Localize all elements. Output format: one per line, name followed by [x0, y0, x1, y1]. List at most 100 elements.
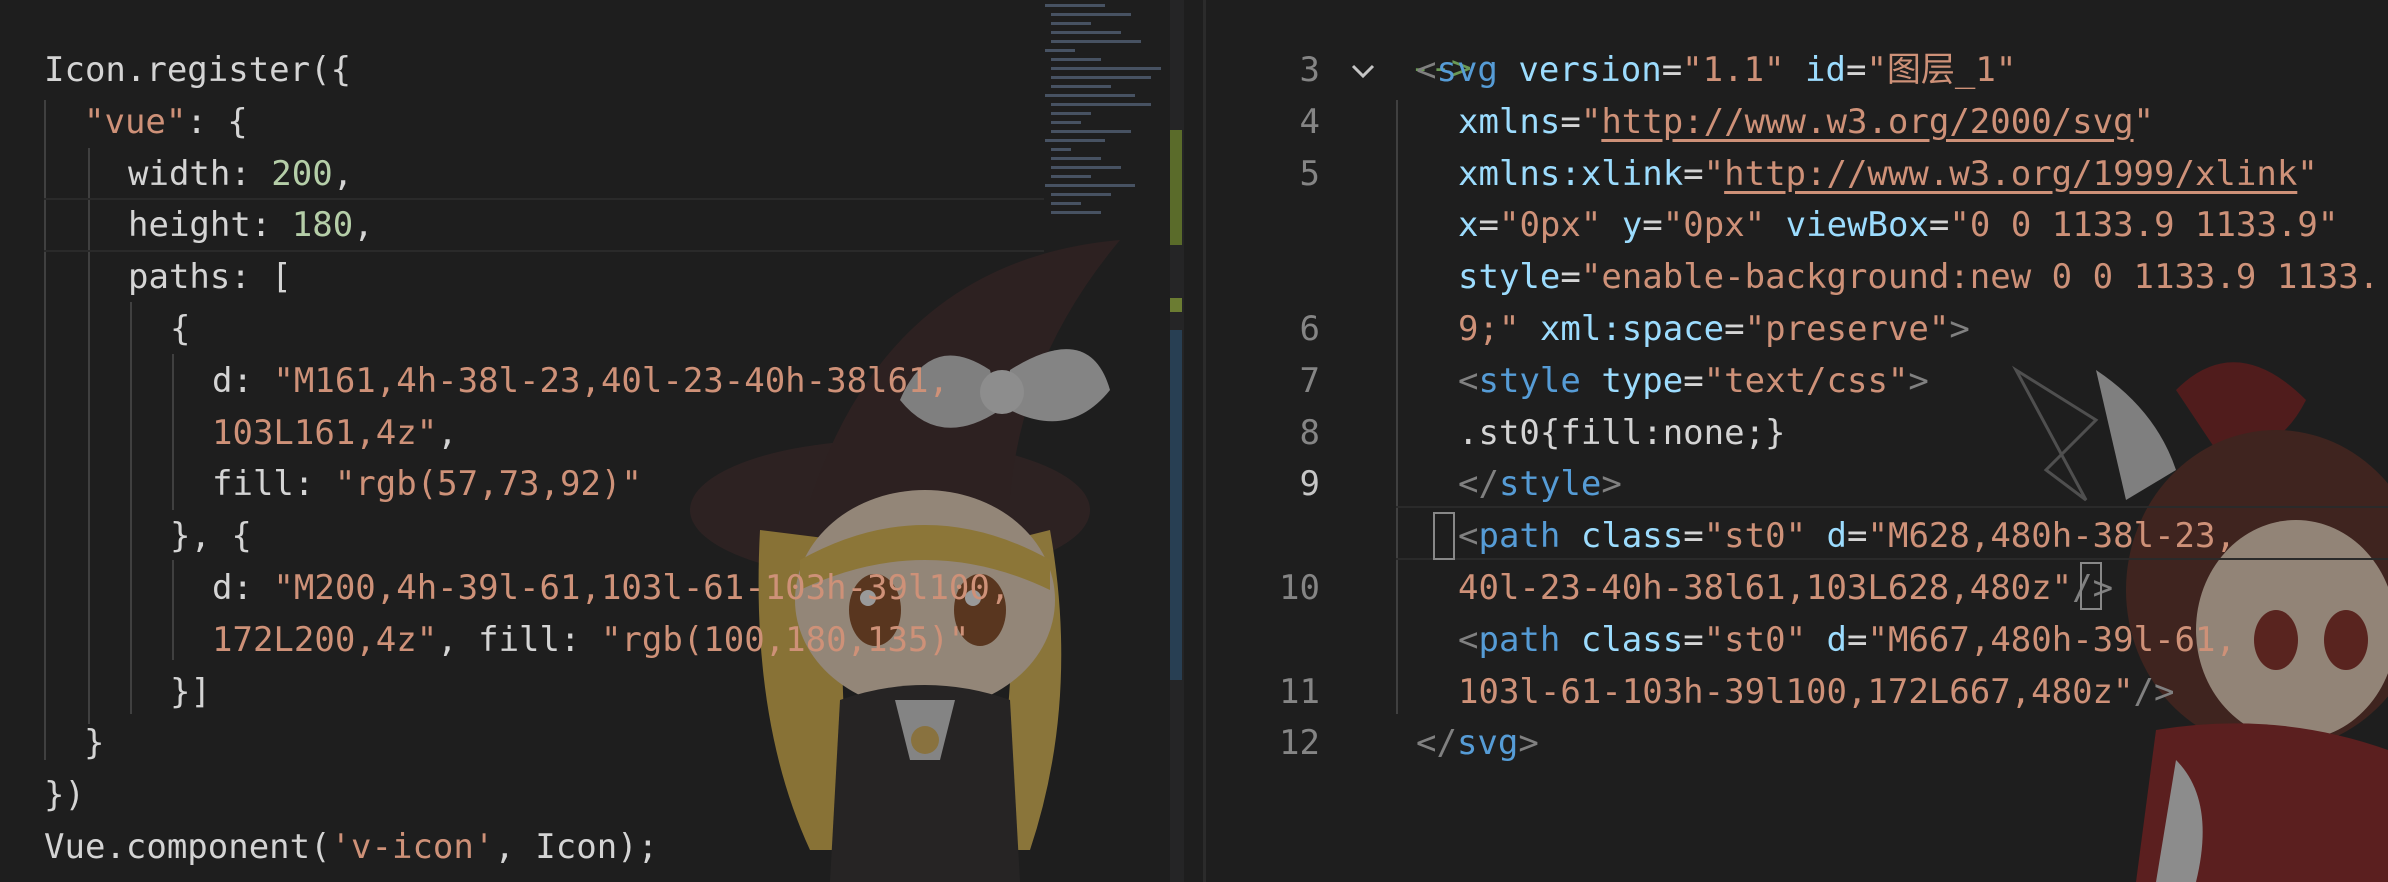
code-line[interactable]: xmlns="http://www.w3.org/2000/svg": [1206, 96, 2388, 148]
code-line[interactable]: width: 200,: [0, 148, 1203, 200]
code-token: y: [1621, 205, 1643, 246]
code-line-text: }: [84, 717, 104, 769]
code-token: type: [1601, 360, 1684, 401]
code-line[interactable]: "vue": {: [0, 96, 1203, 148]
minimap-line: [1051, 157, 1101, 160]
code-token: =: [1560, 257, 1581, 298]
line-number[interactable]: 9: [1206, 458, 1320, 510]
line-number[interactable]: 12: [1206, 717, 1320, 769]
code-line[interactable]: <style type="text/css">: [1206, 355, 2388, 407]
line-number[interactable]: 4: [1206, 96, 1320, 148]
minimap-line: [1051, 112, 1091, 115]
line-number[interactable]: 11: [1206, 666, 1320, 718]
code-token: width:: [128, 153, 272, 194]
code-line[interactable]: d: "M161,4h-38l-23,40l-23-40h-38l61,: [0, 355, 1203, 407]
minimap-line: [1051, 121, 1081, 124]
code-line[interactable]: 172L200,4z", fill: "rgb(100,180,135)": [0, 614, 1203, 666]
code-token: "0px": [1662, 205, 1766, 246]
code-line[interactable]: <svg version="1.1" id="图层_1": [1206, 44, 2388, 96]
minimap-line: [1051, 148, 1071, 151]
code-token: 103l-61-103h-39l100,172L667,480z": [1458, 671, 2134, 712]
code-line[interactable]: 103l-61-103h-39l100,172L667,480z"/>: [1206, 666, 2388, 718]
minimap-line: [1051, 22, 1091, 25]
scroll-mark-added: [1170, 298, 1182, 312]
code-line-text: {: [170, 303, 190, 355]
code-token: 200: [271, 153, 333, 194]
code-line[interactable]: .st0{fill:none;}: [1206, 407, 2388, 459]
code-line-text: xmlns="http://www.w3.org/2000/svg": [1458, 96, 2154, 148]
minimap-line: [1045, 49, 1075, 52]
minimap[interactable]: [1045, 0, 1165, 240]
code-line[interactable]: {: [0, 303, 1203, 355]
code-token: =: [1683, 360, 1704, 401]
code-line[interactable]: }: [0, 717, 1203, 769]
code-token: 9;": [1458, 309, 1520, 349]
minimap-line: [1045, 184, 1135, 187]
code-token: Icon.register({: [44, 50, 352, 90]
code-line[interactable]: style="enable-background:new 0 0 1133.9 …: [1206, 251, 2388, 303]
code-token: viewBox: [1785, 205, 1929, 246]
code-line-text: }, {: [170, 510, 252, 562]
code-line-text: style="enable-background:new 0 0 1133.9 …: [1458, 251, 2379, 303]
code-line[interactable]: height: 180,: [0, 199, 1203, 251]
line-number[interactable]: 5: [1206, 148, 1320, 200]
code-token: style: [1498, 464, 1602, 505]
code-token: <: [1458, 516, 1479, 557]
code-token: "0 0 1133.9 1133.9": [1949, 205, 2339, 246]
code-token: id: [1805, 50, 1846, 90]
code-token: .st0{fill:none;}: [1458, 412, 1786, 453]
left-editor-pane[interactable]: Icon.register({"vue": {width: 200, height…: [0, 0, 1203, 882]
minimap-line: [1051, 58, 1101, 61]
line-number[interactable]: 10: [1206, 562, 1320, 614]
code-line[interactable]: xmlns:xlink="http://www.w3.org/1999/xlin…: [1206, 148, 2388, 200]
line-number[interactable]: 7: [1206, 355, 1320, 407]
line-number[interactable]: 8: [1206, 407, 1320, 459]
code-line[interactable]: 103L161,4z",: [0, 407, 1203, 459]
code-token: =: [1928, 205, 1950, 246]
line-number[interactable]: 3: [1206, 44, 1320, 96]
code-line[interactable]: x="0px" y="0px" viewBox="0 0 1133.9 1133…: [1206, 199, 2388, 251]
code-line[interactable]: d: "M200,4h-39l-61,103l-61-103h-39l100,: [0, 562, 1203, 614]
code-line[interactable]: Icon.register({: [0, 44, 1203, 96]
minimap-line: [1051, 130, 1131, 133]
code-line[interactable]: fill: "rgb(57,73,92)": [0, 458, 1203, 510]
code-token: path: [1478, 516, 1561, 557]
code-line[interactable]: 40l-23-40h-38l61,103L628,480z"/>: [1206, 562, 2388, 614]
code-token: ": [2297, 153, 2318, 194]
code-line[interactable]: paths: [: [0, 251, 1203, 303]
code-line[interactable]: </style>: [1206, 458, 2388, 510]
right-editor-pane[interactable]: --> <svg version="1.1" id="图层_1" xmlns="h…: [1206, 0, 2388, 882]
line-number[interactable]: 6: [1206, 303, 1320, 355]
code-line-text: <path class="st0" d="M628,480h-38l-23,: [1458, 510, 2236, 562]
code-token: http://www.w3.org/2000/svg: [1601, 101, 2134, 142]
code-token: =: [1683, 153, 1704, 194]
code-line[interactable]: }, {: [0, 510, 1203, 562]
code-token: d: [1826, 619, 1848, 660]
code-line-text: <style type="text/css">: [1458, 355, 1929, 407]
code-token: : {: [186, 101, 248, 142]
code-line[interactable]: }]: [0, 666, 1203, 718]
code-line[interactable]: <path class="st0" d="M628,480h-38l-23,: [1206, 510, 2388, 562]
code-line[interactable]: }): [0, 769, 1203, 821]
code-line-text: <path class="st0" d="M667,480h-39l-61,: [1458, 614, 2236, 666]
code-token: "st0": [1703, 619, 1807, 660]
code-token: "1.1": [1682, 50, 1785, 90]
code-token: "rgb(57,73,92)": [334, 464, 642, 505]
code-token: =: [1642, 205, 1663, 246]
code-line[interactable]: </svg>: [1206, 717, 2388, 769]
code-line[interactable]: [1206, 769, 2388, 821]
code-line[interactable]: Vue.component('v-icon', Icon);: [0, 821, 1203, 873]
minimap-line: [1045, 4, 1105, 7]
code-token: 103L161,4z": [212, 412, 438, 453]
minimap-line: [1051, 40, 1141, 43]
code-token: xmlns:xlink: [1458, 153, 1684, 194]
code-line[interactable]: 9;" xml:space="preserve">: [1206, 303, 2388, 355]
code-line-text: paths: [: [128, 251, 292, 303]
code-token: 180: [291, 205, 354, 246]
code-token: ,: [353, 205, 374, 246]
code-line[interactable]: <path class="st0" d="M667,480h-39l-61,: [1206, 614, 2388, 666]
code-token: ": [1703, 153, 1725, 194]
